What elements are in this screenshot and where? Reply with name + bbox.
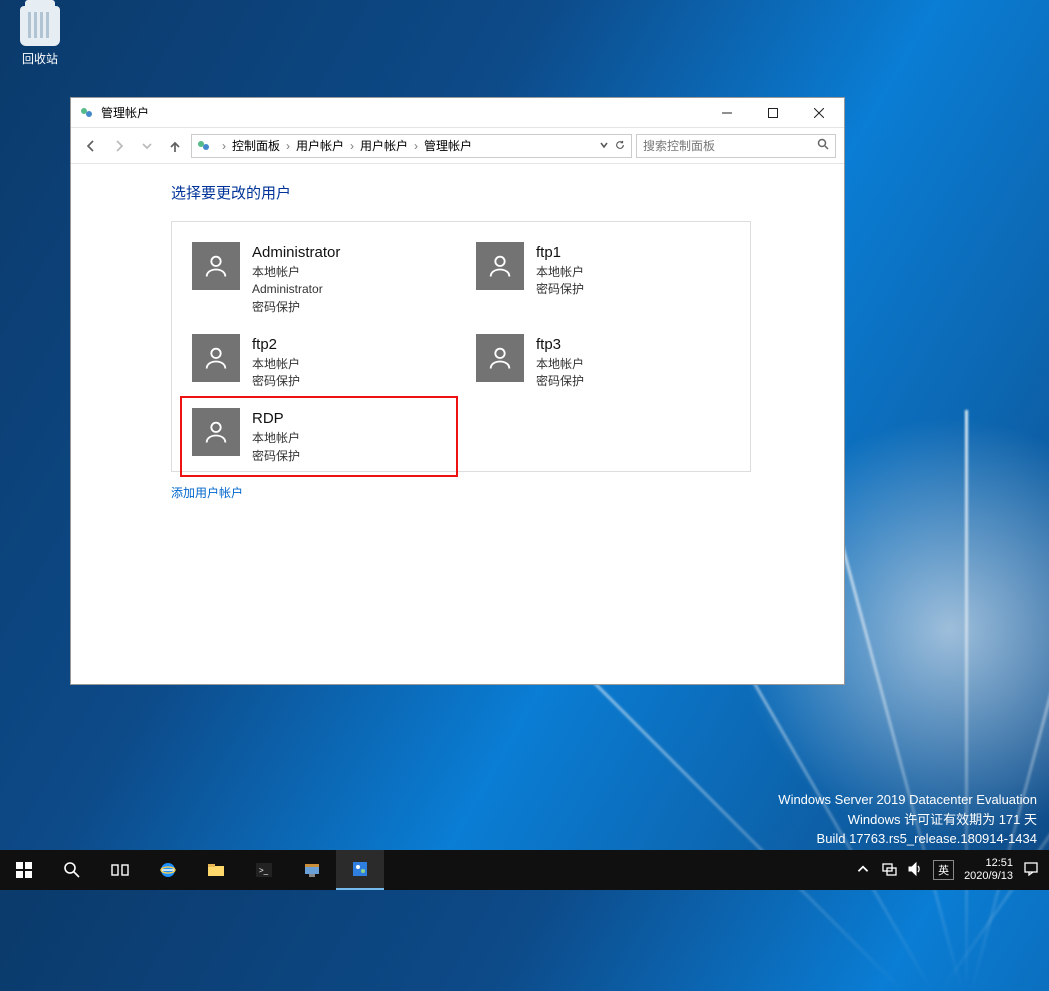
recycle-bin-icon xyxy=(20,6,60,46)
ime-indicator[interactable]: 英 xyxy=(933,860,954,880)
search-placeholder: 搜索控制面板 xyxy=(643,137,715,154)
tray-clock[interactable]: 12:512020/9/13 xyxy=(964,857,1013,883)
page-heading: 选择要更改的用户 xyxy=(171,182,844,203)
svg-text:>_: >_ xyxy=(259,866,269,875)
titlebar[interactable]: 管理帐户 xyxy=(71,98,844,128)
user-detail: 密码保护 xyxy=(536,373,584,390)
address-bar[interactable]: › 控制面板› 用户帐户› 用户帐户› 管理帐户 xyxy=(191,134,632,158)
system-tray[interactable]: 英 12:512020/9/13 xyxy=(855,857,1049,883)
user-ftp1[interactable]: ftp1本地帐户密码保护 xyxy=(476,242,730,316)
tray-network-icon[interactable] xyxy=(881,861,897,880)
forward-button[interactable] xyxy=(107,134,131,158)
recycle-bin-label: 回收站 xyxy=(10,50,70,67)
search-icon xyxy=(817,138,829,153)
manage-accounts-window: 管理帐户 › 控制面板› 用户帐户› 用户帐户› 管理帐户 xyxy=(70,97,845,685)
recycle-bin[interactable]: 回收站 xyxy=(10,6,70,67)
user-name: RDP xyxy=(252,408,300,430)
user-name: ftp1 xyxy=(536,242,584,264)
address-icon xyxy=(196,138,212,154)
notification-icon[interactable] xyxy=(1023,861,1039,880)
avatar-icon xyxy=(192,334,240,382)
user-detail: 密码保护 xyxy=(536,281,584,298)
breadcrumb[interactable]: › 控制面板› 用户帐户› 用户帐户› 管理帐户 xyxy=(218,137,474,154)
tray-chevron-icon[interactable] xyxy=(855,861,871,880)
avatar-icon xyxy=(476,334,524,382)
desktop-watermark: Windows Server 2019 Datacenter Evaluatio… xyxy=(778,790,1037,849)
user-detail: 密码保护 xyxy=(252,373,300,390)
task-view[interactable] xyxy=(96,850,144,890)
user-detail: 本地帐户 xyxy=(252,430,300,447)
nav-toolbar: › 控制面板› 用户帐户› 用户帐户› 管理帐户 搜索控制面板 xyxy=(71,128,844,164)
user-detail: Administrator xyxy=(252,281,340,298)
address-dropdown-icon[interactable] xyxy=(597,137,611,155)
taskbar-search[interactable] xyxy=(48,850,96,890)
user-list: Administrator本地帐户Administrator密码保护ftp1本地… xyxy=(171,221,751,472)
taskbar-cmd[interactable]: >_ xyxy=(240,850,288,890)
taskbar: >_ 英 12:512020/9/13 xyxy=(0,850,1049,890)
start-button[interactable] xyxy=(0,850,48,890)
search-box[interactable]: 搜索控制面板 xyxy=(636,134,836,158)
user-detail: 密码保护 xyxy=(252,299,340,316)
close-button[interactable] xyxy=(796,98,842,127)
avatar-icon xyxy=(192,408,240,456)
user-detail: 密码保护 xyxy=(252,448,300,465)
user-detail: 本地帐户 xyxy=(536,356,584,373)
user-ftp2[interactable]: ftp2本地帐户密码保护 xyxy=(192,334,446,391)
taskbar-server-manager[interactable] xyxy=(288,850,336,890)
avatar-icon xyxy=(192,242,240,290)
user-name: Administrator xyxy=(252,242,340,264)
user-rdp[interactable]: RDP本地帐户密码保护 xyxy=(180,396,458,477)
user-name: ftp2 xyxy=(252,334,300,356)
maximize-button[interactable] xyxy=(750,98,796,127)
user-detail: 本地帐户 xyxy=(252,356,300,373)
tray-volume-icon[interactable] xyxy=(907,861,923,880)
add-user-link[interactable]: 添加用户帐户 xyxy=(171,484,243,501)
recent-dropdown[interactable] xyxy=(135,134,159,158)
avatar-icon xyxy=(476,242,524,290)
user-name: ftp3 xyxy=(536,334,584,356)
back-button[interactable] xyxy=(79,134,103,158)
content-area: 选择要更改的用户 Administrator本地帐户Administrator密… xyxy=(71,164,844,684)
window-icon xyxy=(79,105,95,121)
window-title: 管理帐户 xyxy=(101,104,149,121)
minimize-button[interactable] xyxy=(704,98,750,127)
user-administrator[interactable]: Administrator本地帐户Administrator密码保护 xyxy=(192,242,446,316)
taskbar-ie[interactable] xyxy=(144,850,192,890)
refresh-icon[interactable] xyxy=(613,137,627,155)
taskbar-explorer[interactable] xyxy=(192,850,240,890)
user-detail: 本地帐户 xyxy=(252,264,340,281)
up-button[interactable] xyxy=(163,134,187,158)
user-ftp3[interactable]: ftp3本地帐户密码保护 xyxy=(476,334,730,391)
taskbar-control-panel[interactable] xyxy=(336,850,384,890)
user-detail: 本地帐户 xyxy=(536,264,584,281)
